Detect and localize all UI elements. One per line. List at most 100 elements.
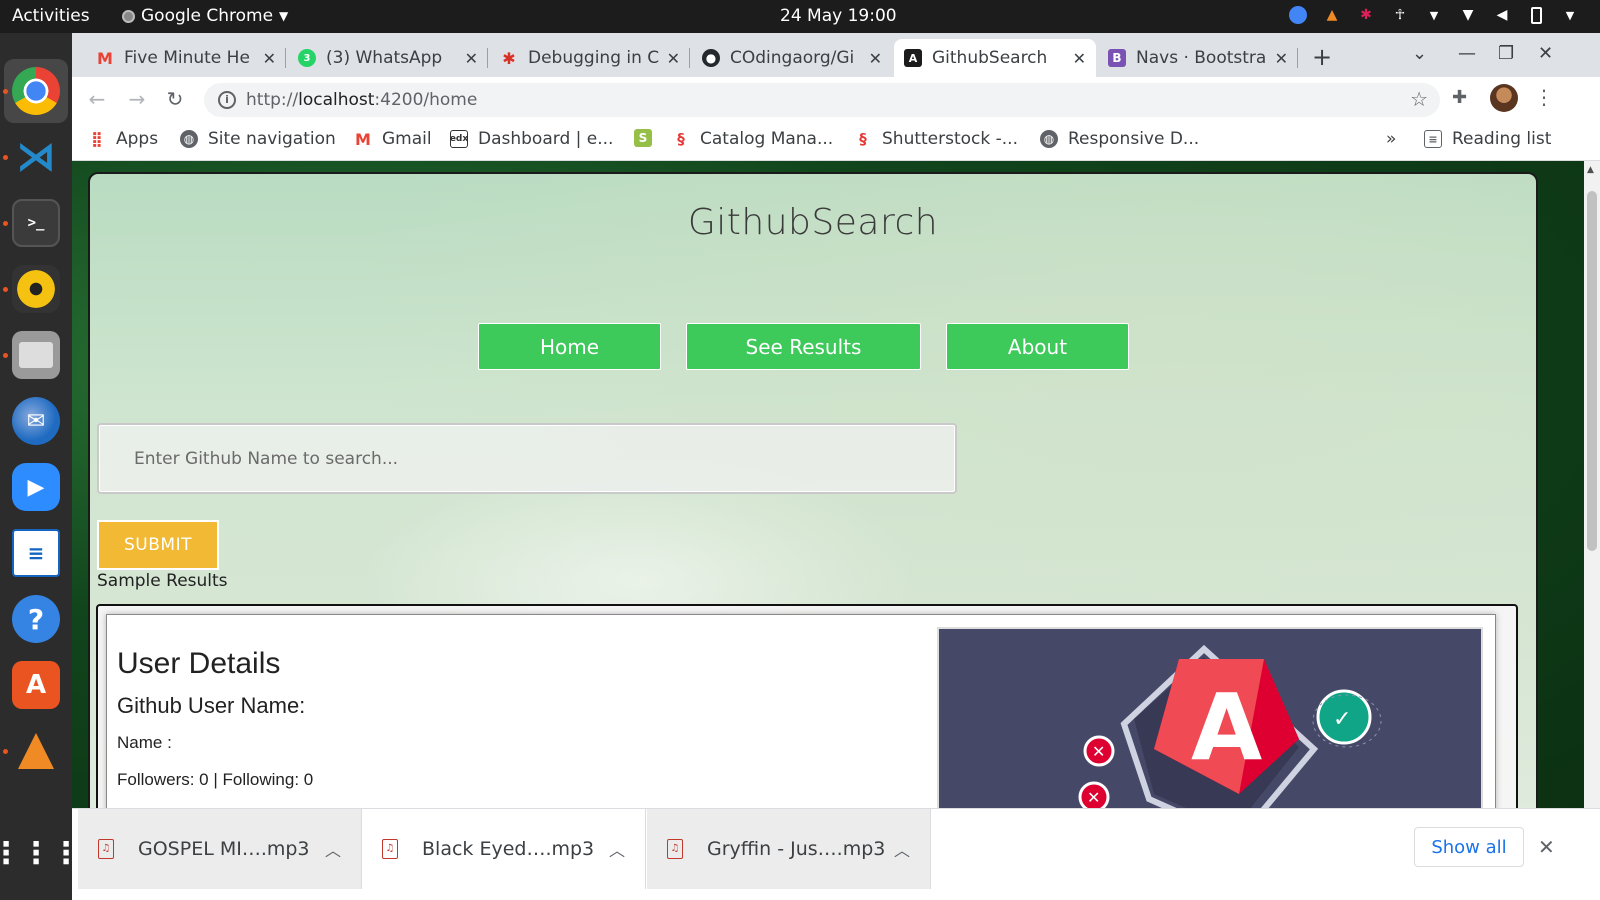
close-shelf-icon[interactable]: ✕ — [1538, 835, 1555, 859]
help-dock-icon[interactable]: ? — [12, 595, 60, 643]
slack-tray-icon[interactable]: ✱ — [1356, 5, 1376, 25]
software-center-dock-icon[interactable]: A — [12, 661, 60, 709]
svg-text:A: A — [1191, 674, 1262, 781]
page-scrollbar[interactable]: ▲ ▼ — [1584, 161, 1600, 841]
reload-icon[interactable]: ↻ — [162, 86, 188, 112]
forward-arrow-icon[interactable]: → — [124, 86, 150, 112]
nav-home-button[interactable]: Home — [478, 323, 661, 370]
bookmark-star-icon[interactable]: ☆ — [1410, 87, 1428, 111]
bookmark-shutterstock[interactable]: § Shutterstock -... — [854, 129, 1018, 149]
download-item[interactable]: ♫ Black Eyed….mp3 ︿ — [362, 809, 646, 889]
download-filename: Black Eyed….mp3 — [422, 838, 595, 860]
running-indicator — [3, 221, 8, 226]
tab-debugging[interactable]: ✱ Debugging in C ✕ — [490, 39, 690, 77]
tab-five-minute[interactable]: M Five Minute He ✕ — [86, 39, 286, 77]
bookmark-dashboard[interactable]: edx Dashboard | e... — [450, 129, 614, 149]
bookmark-label: Responsive D... — [1068, 129, 1200, 149]
new-tab-plus-icon[interactable]: + — [1312, 43, 1332, 71]
tab-githubsearch[interactable]: A GithubSearch ✕ — [894, 39, 1096, 77]
url-text[interactable]: http://localhost:4200/home — [246, 90, 477, 110]
show-all-downloads-button[interactable]: Show all — [1414, 827, 1524, 867]
tab-title: Five Minute He — [124, 48, 250, 68]
close-tab-icon[interactable]: ✕ — [667, 49, 680, 68]
gmail-icon: M — [355, 129, 371, 149]
chevron-down-icon[interactable]: ▼ — [1560, 5, 1580, 25]
vlc-tray-icon[interactable]: ▲ — [1322, 5, 1342, 25]
download-item[interactable]: ♫ GOSPEL MI….mp3 ︿ — [78, 809, 362, 889]
github-name-search-input[interactable] — [99, 425, 955, 492]
bookmarks-overflow-button[interactable]: » — [1386, 129, 1396, 149]
svg-text:✕: ✕ — [1087, 788, 1100, 807]
clock[interactable]: 24 May 19:00 — [780, 6, 897, 26]
vlc-dock-icon[interactable] — [12, 727, 60, 775]
show-apps-grid-icon[interactable]: ⋮⋮⋮ — [0, 829, 81, 877]
close-tab-icon[interactable]: ✕ — [465, 49, 478, 68]
download-shelf: ♫ GOSPEL MI….mp3 ︿ ♫ Black Eyed….mp3 ︿ ♫… — [72, 808, 1600, 900]
search-field-wrapper — [97, 423, 957, 494]
tab-title: COdingaorg/Gi — [730, 48, 855, 68]
bookmark-site-navigation[interactable]: ◍ Site navigation — [180, 129, 336, 149]
vscode-dock-icon[interactable]: ⋊ — [12, 133, 60, 181]
restore-icon[interactable]: ❐ — [1498, 43, 1514, 64]
download-item[interactable]: ♫ Gryffin - Jus….mp3 ︿ — [647, 809, 931, 889]
user-details-heading: User Details — [117, 647, 281, 680]
chevron-up-icon[interactable]: ︿ — [325, 837, 341, 861]
address-bar[interactable]: i http://localhost:4200/home ☆ — [204, 83, 1440, 117]
scrollbar-thumb[interactable] — [1587, 191, 1597, 551]
close-window-icon[interactable]: ✕ — [1538, 43, 1553, 64]
extensions-puzzle-icon[interactable]: ✚ — [1452, 87, 1467, 108]
close-tab-icon[interactable]: ✕ — [1073, 49, 1086, 68]
close-tab-icon[interactable]: ✕ — [263, 49, 276, 68]
app-menu[interactable]: Google Chrome ▼ — [122, 6, 288, 26]
whatsapp-icon: 3 — [298, 49, 316, 67]
tab-whatsapp[interactable]: 3 (3) WhatsApp ✕ — [288, 39, 488, 77]
page-viewport: GithubSearch Home See Results About SUBM… — [72, 161, 1584, 841]
tab-search-icon[interactable]: ⌄ — [1412, 43, 1427, 64]
site-title: GithubSearch — [687, 202, 939, 243]
close-tab-icon[interactable]: ✕ — [869, 49, 882, 68]
chrome-notification-icon[interactable] — [1288, 5, 1308, 25]
scroll-up-arrow-icon[interactable]: ▲ — [1587, 165, 1594, 175]
bookmark-gmail[interactable]: M Gmail — [354, 129, 432, 149]
chevron-up-icon[interactable]: ︿ — [894, 837, 910, 861]
terminal-dock-icon[interactable]: >_ — [12, 199, 60, 247]
chrome-dock-icon[interactable] — [12, 67, 60, 115]
writer-dock-icon[interactable]: ≡ — [12, 529, 60, 577]
volume-icon[interactable]: ◀ — [1492, 5, 1512, 25]
shutterstock-icon: § — [859, 130, 867, 148]
accessibility-icon[interactable]: ☥ — [1390, 5, 1410, 25]
reading-list-button[interactable]: ≡ Reading list — [1424, 129, 1551, 149]
dashboard-icon: edx — [450, 130, 468, 148]
wifi-icon[interactable]: ▼ — [1458, 5, 1478, 25]
bookmark-catalog[interactable]: § Catalog Mana... — [672, 129, 833, 149]
chrome-menu-icon[interactable]: ⋮ — [1534, 85, 1554, 109]
bookmark-label: Catalog Mana... — [700, 129, 834, 149]
close-tab-icon[interactable]: ✕ — [1275, 49, 1288, 68]
svg-text:✕: ✕ — [1092, 742, 1105, 761]
back-arrow-icon[interactable]: ← — [84, 86, 110, 112]
bookmark-apps[interactable]: ⣿ Apps — [88, 129, 158, 149]
chevron-up-icon[interactable]: ︿ — [609, 837, 625, 861]
thunderbird-dock-icon[interactable]: ✉ — [12, 397, 60, 445]
nav-about-button[interactable]: About — [946, 323, 1129, 370]
site-info-icon[interactable]: i — [218, 91, 236, 109]
nav-see-results-button[interactable]: See Results — [686, 323, 921, 370]
bookmark-responsive[interactable]: ◍ Responsive D... — [1040, 129, 1199, 149]
submit-button[interactable]: SUBMIT — [97, 520, 219, 570]
download-filename: Gryffin - Jus….mp3 — [707, 838, 886, 860]
svg-text:✓: ✓ — [1333, 707, 1351, 732]
download-filename: GOSPEL MI….mp3 — [138, 838, 310, 860]
tab-github-repo[interactable]: ● COdingaorg/Gi ✕ — [692, 39, 892, 77]
system-tray[interactable]: ▲ ✱ ☥ ▼ ▼ ◀ ▼ — [1288, 5, 1580, 25]
chevron-down-icon[interactable]: ▼ — [1424, 5, 1444, 25]
activities-button[interactable]: Activities — [12, 6, 90, 26]
profile-avatar[interactable] — [1490, 84, 1518, 112]
zoom-dock-icon[interactable]: ▶ — [12, 463, 60, 511]
bookmarks-bar: ⣿ Apps ◍ Site navigation M Gmail edx Das… — [72, 121, 1600, 161]
battery-icon[interactable] — [1526, 5, 1546, 25]
rhythmbox-dock-icon[interactable] — [12, 265, 60, 313]
files-dock-icon[interactable] — [12, 331, 60, 379]
minimize-icon[interactable]: — — [1458, 43, 1476, 64]
tab-bootstrap-navs[interactable]: B Navs · Bootstra ✕ — [1098, 39, 1298, 77]
bookmark-shopify[interactable]: S — [634, 129, 662, 147]
